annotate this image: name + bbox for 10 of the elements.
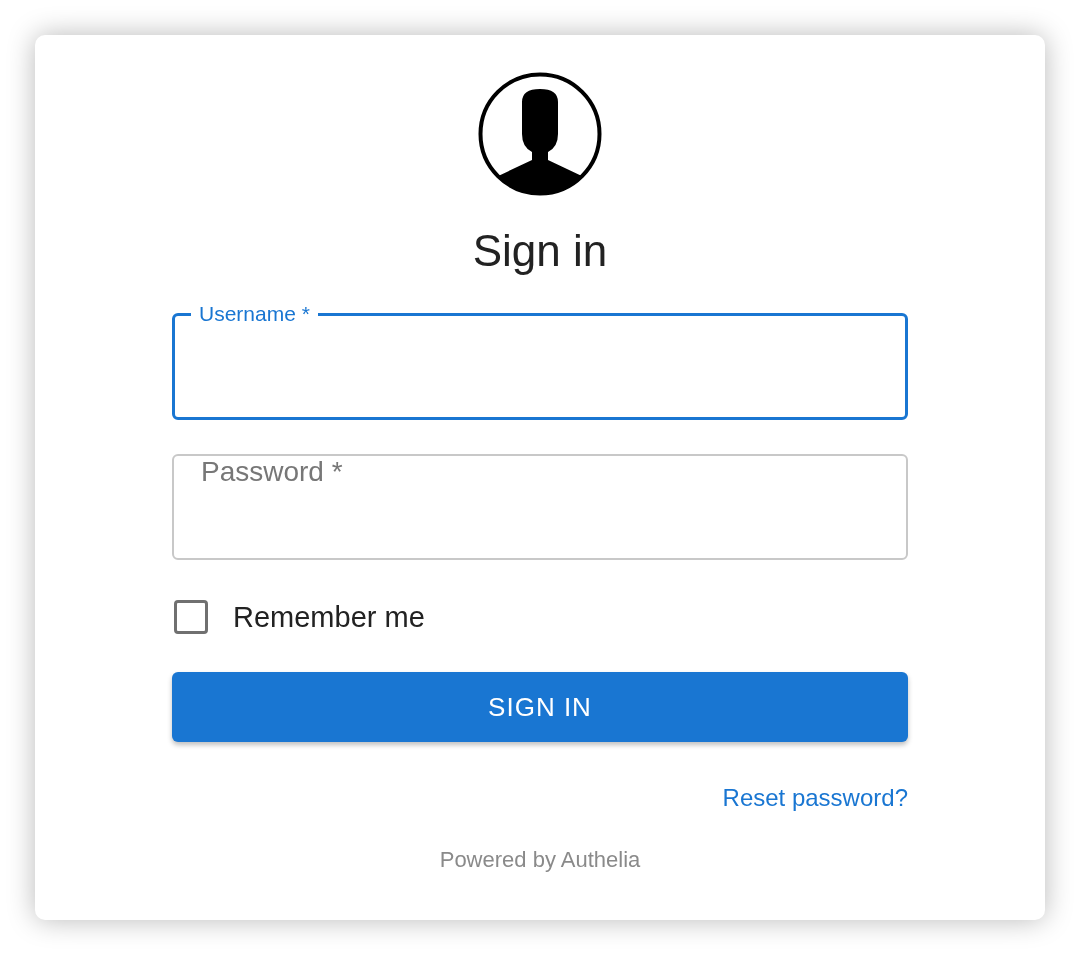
reset-password-link[interactable]: Reset password? [722, 784, 908, 812]
text-input[interactable]: Password * [174, 456, 906, 488]
checkbox[interactable] [174, 600, 208, 634]
field-label: Username * [198, 301, 311, 327]
footer-text: Powered by Authelia [439, 847, 641, 872]
page-title: Sign in [472, 225, 608, 277]
input-field[interactable]: Password * [172, 454, 908, 560]
sign-in-button[interactable]: SIGN IN [172, 672, 908, 742]
user-avatar-icon [478, 72, 602, 196]
checkbox-label: Remember me [233, 600, 425, 634]
